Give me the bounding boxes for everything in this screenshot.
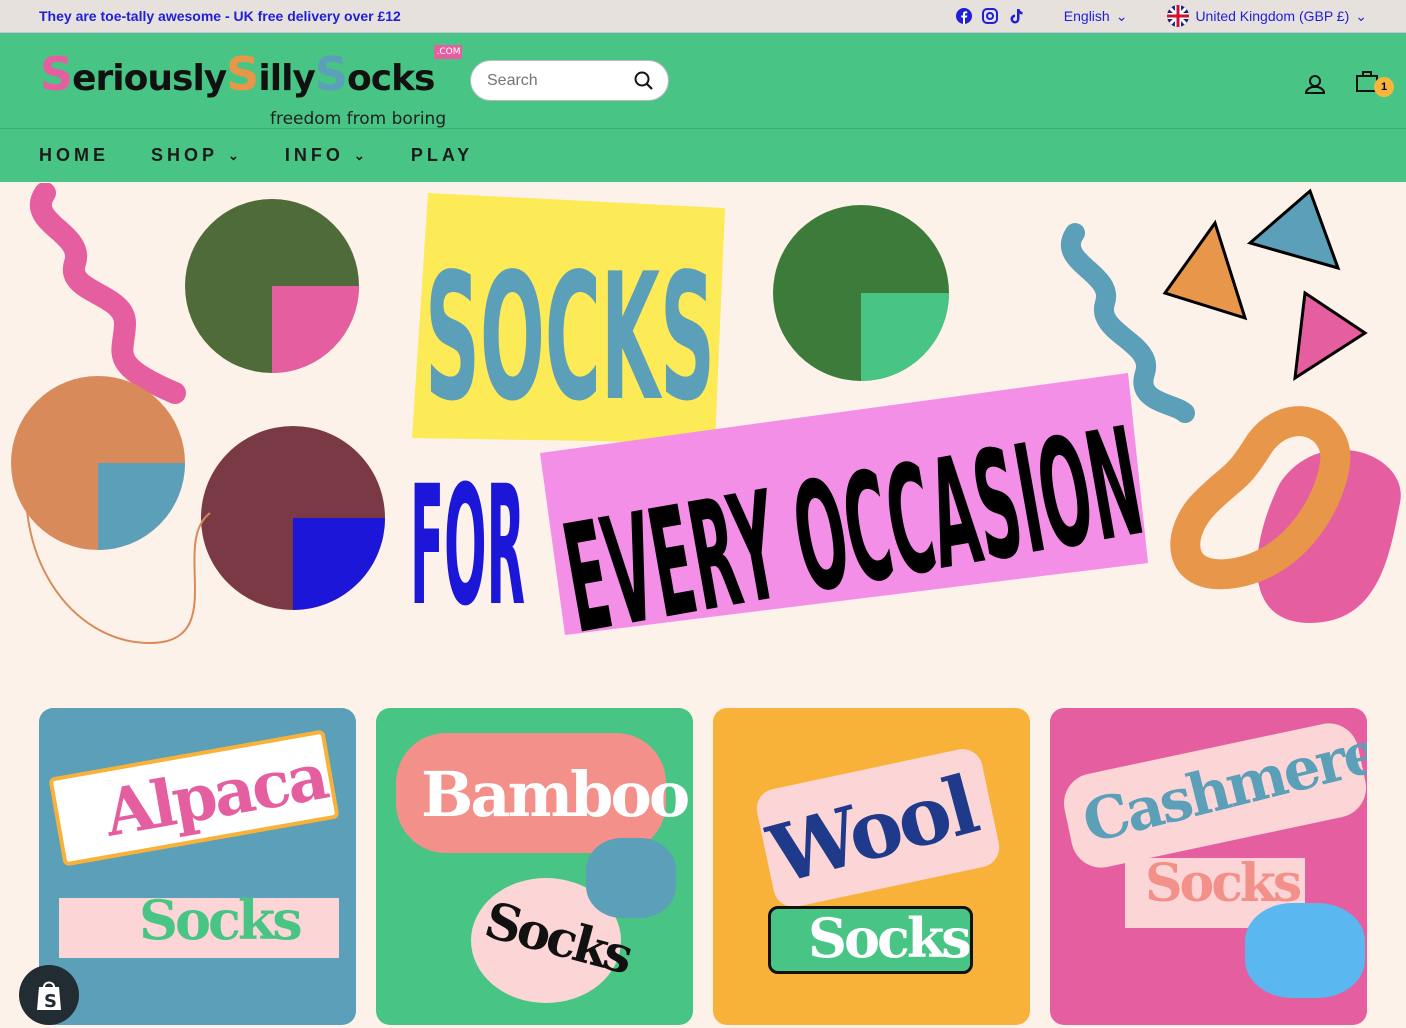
nav-home[interactable]: HOME bbox=[39, 145, 109, 166]
search-input[interactable] bbox=[487, 71, 634, 90]
chevron-down-icon: ⌄ bbox=[1355, 7, 1367, 24]
main-nav: HOME SHOP ⌄ INFO ⌄ PLAY bbox=[0, 129, 1406, 182]
category-card-cashmere[interactable]: Cashmere Socks bbox=[1050, 708, 1367, 1025]
site-logo[interactable]: SeriouslySillySocks.COM freedom from bor… bbox=[40, 45, 463, 129]
logo-tagline: freedom from boring bbox=[270, 109, 447, 129]
account-icon[interactable] bbox=[1304, 73, 1326, 95]
search-icon[interactable] bbox=[634, 71, 654, 91]
cart-button[interactable]: 1 bbox=[1356, 69, 1394, 98]
category-subtitle: Socks bbox=[808, 906, 972, 970]
logo-suffix: .COM bbox=[434, 45, 463, 59]
language-label: English bbox=[1063, 8, 1110, 24]
category-title: Bamboo bbox=[421, 758, 690, 831]
search-box[interactable] bbox=[470, 60, 669, 101]
category-card-alpaca[interactable]: Alpaca Socks bbox=[39, 708, 356, 1025]
announcement-bar: They are toe-tally awesome - UK free del… bbox=[0, 0, 1406, 33]
uk-flag-icon bbox=[1167, 5, 1190, 27]
tiktok-icon[interactable] bbox=[1008, 8, 1024, 24]
language-selector[interactable]: English ⌄ bbox=[1064, 8, 1128, 25]
shopify-chat-button[interactable]: S bbox=[19, 965, 79, 1025]
cart-count-badge: 1 bbox=[1374, 77, 1394, 97]
hero-line1: SOCKS bbox=[425, 237, 715, 440]
svg-text:S: S bbox=[44, 991, 57, 1012]
facebook-icon[interactable] bbox=[955, 8, 972, 24]
site-header: SeriouslySillySocks.COM freedom from bor… bbox=[0, 33, 1406, 129]
instagram-icon[interactable] bbox=[981, 8, 998, 24]
category-grid: Alpaca Socks Bamboo Socks Wool Socks Cas… bbox=[39, 708, 1367, 1025]
squiggle-decoration bbox=[30, 183, 186, 404]
chevron-down-icon: ⌄ bbox=[1115, 7, 1128, 24]
nav-shop[interactable]: SHOP ⌄ bbox=[151, 145, 243, 166]
hero-line2: FOR bbox=[410, 450, 525, 642]
country-selector[interactable]: United Kingdom (GBP £) ⌄ bbox=[1167, 5, 1367, 27]
hero-banner[interactable]: SOCKS FOR EVERY OCCASION bbox=[0, 183, 1406, 663]
shopify-bag-icon: S bbox=[37, 981, 61, 1012]
category-card-bamboo[interactable]: Bamboo Socks bbox=[376, 708, 693, 1025]
category-subtitle: Socks bbox=[139, 888, 303, 952]
chevron-down-icon: ⌄ bbox=[353, 147, 369, 163]
nav-info[interactable]: INFO ⌄ bbox=[285, 145, 369, 166]
category-card-wool[interactable]: Wool Socks bbox=[713, 708, 1030, 1025]
chevron-down-icon: ⌄ bbox=[228, 147, 243, 163]
country-label: United Kingdom (GBP £) bbox=[1195, 8, 1350, 24]
nav-play[interactable]: PLAY bbox=[411, 145, 473, 166]
announcement-text: They are toe-tally awesome - UK free del… bbox=[39, 8, 401, 24]
